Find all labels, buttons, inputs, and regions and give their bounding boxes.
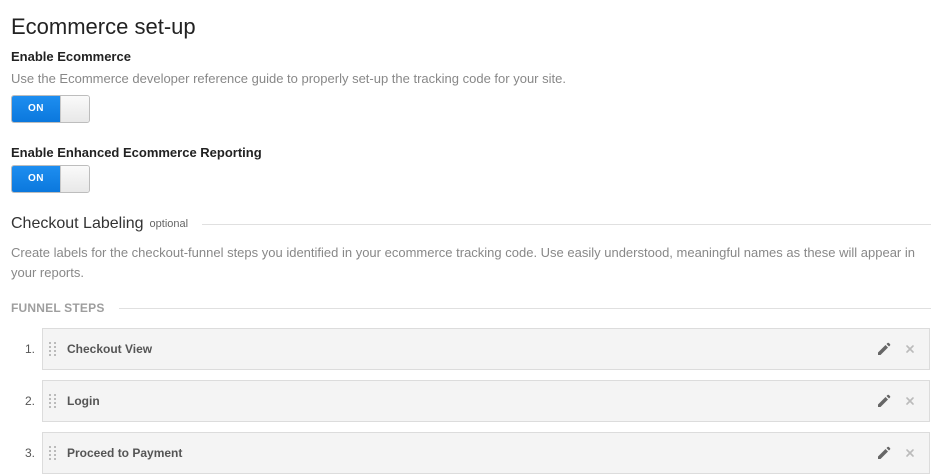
drag-handle-icon[interactable] <box>49 446 57 460</box>
checkout-labeling-header: Checkout Labeling optional <box>11 214 931 234</box>
close-icon[interactable] <box>903 394 917 408</box>
funnel-steps-header: FUNNEL STEPS <box>11 299 931 317</box>
section-divider <box>118 307 931 309</box>
step-number: 3. <box>24 446 35 460</box>
toggle-knob <box>60 166 89 192</box>
toggle-on-label: ON <box>12 96 60 122</box>
drag-handle-icon[interactable] <box>49 342 57 356</box>
funnel-step-item[interactable]: Login <box>42 380 930 422</box>
checkout-labeling-title: Checkout Labeling <box>11 215 144 232</box>
toggle-knob <box>60 96 89 122</box>
checkout-labeling-description: Create labels for the checkout-funnel st… <box>11 245 915 280</box>
enable-ecommerce-toggle[interactable]: ON <box>11 95 90 123</box>
drag-handle-icon[interactable] <box>49 394 57 408</box>
step-label: Checkout View <box>67 342 153 356</box>
enable-ecommerce-label: Enable Ecommerce <box>11 49 131 64</box>
close-icon[interactable] <box>903 446 917 460</box>
toggle-on-label: ON <box>12 166 60 192</box>
step-number: 2. <box>24 394 35 408</box>
section-divider <box>202 223 931 225</box>
funnel-step: 1. Checkout View <box>11 328 931 370</box>
step-number: 1. <box>24 342 35 356</box>
optional-tag: optional <box>149 218 189 230</box>
funnel-step-item[interactable]: Proceed to Payment <box>42 432 930 474</box>
step-label: Login <box>67 394 100 408</box>
pencil-icon[interactable] <box>877 394 891 408</box>
funnel-step: 3. Proceed to Payment <box>11 432 931 474</box>
enable-enhanced-label: Enable Enhanced Ecommerce Reporting <box>11 145 262 160</box>
pencil-icon[interactable] <box>877 342 891 356</box>
enable-ecommerce-help: Use the Ecommerce developer reference gu… <box>11 71 566 86</box>
step-label: Proceed to Payment <box>67 446 183 460</box>
funnel-steps-title: FUNNEL STEPS <box>11 301 105 315</box>
pencil-icon[interactable] <box>877 446 891 460</box>
funnel-step: 2. Login <box>11 380 931 422</box>
enable-enhanced-toggle[interactable]: ON <box>11 165 90 193</box>
page-title: Ecommerce set-up <box>11 14 196 39</box>
funnel-step-item[interactable]: Checkout View <box>42 328 930 370</box>
close-icon[interactable] <box>903 342 917 356</box>
